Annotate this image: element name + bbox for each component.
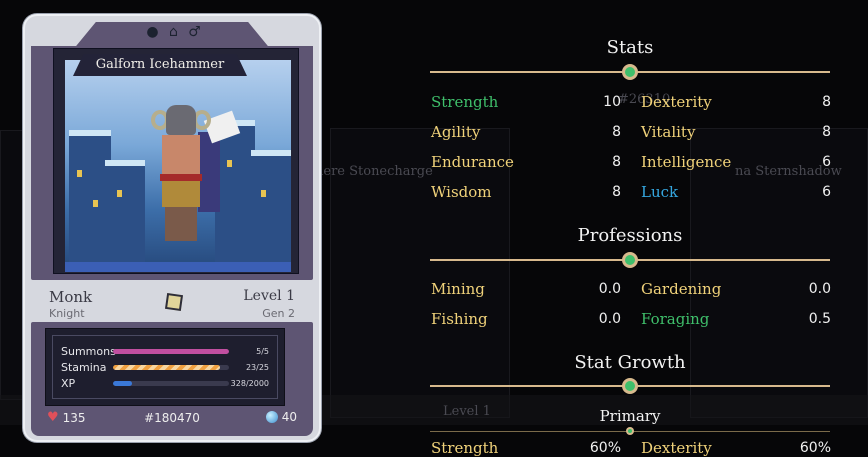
hero-level: Level 1 (243, 288, 295, 304)
card-bottom: Summons 5/5 Stamina 23/25 XP 328/2000 ♥ (31, 322, 313, 436)
stat-value: 6 (822, 184, 831, 200)
hero-generation: Gen 2 (262, 307, 295, 320)
bar-track (113, 348, 229, 354)
hero-legs (165, 207, 197, 241)
card-footer: ♥ 135 #180470 40 (31, 410, 313, 428)
bar-label: Stamina (61, 360, 107, 374)
stat-label: Vitality (641, 123, 696, 141)
hero-subclass: Knight (49, 307, 85, 320)
card-header-icons: ● ⌂ ♂ (145, 23, 202, 40)
bar-track (113, 380, 229, 386)
bar-track (113, 364, 229, 370)
stat-label: Strength (431, 93, 499, 111)
hero-pants (162, 181, 200, 207)
stat-label: Intelligence (641, 153, 732, 171)
stat-label: Mining (431, 280, 485, 298)
divider-gem-icon (622, 64, 638, 80)
gem-display: 40 (265, 410, 297, 424)
hero-body (162, 135, 200, 177)
hero-bars: Summons 5/5 Stamina 23/25 XP 328/2000 (45, 328, 285, 406)
stat-value: 60% (589, 440, 621, 456)
stat-value: 8 (822, 124, 831, 140)
hero-card[interactable]: ● ⌂ ♂ Galforn Icehammer Monk Knight Leve… (23, 14, 321, 442)
window (261, 190, 266, 197)
hero-portrait (65, 60, 291, 272)
window (117, 190, 122, 197)
hero-class: Monk (49, 288, 93, 306)
divider-gem-icon (622, 252, 638, 268)
stat-value: 10 (603, 94, 621, 110)
stat-value: 0.0 (598, 281, 621, 297)
stat-value: 0.0 (808, 281, 831, 297)
class-icon (164, 292, 184, 312)
bar-label: Summons (61, 344, 116, 358)
divider-gem-icon (626, 427, 634, 435)
bar-fill (113, 380, 133, 386)
xp-bar: XP 328/2000 (61, 376, 269, 390)
stat-label: Strength (431, 439, 499, 457)
stat-value: 0.0 (598, 311, 621, 327)
bar-fill (113, 348, 229, 354)
hero-cape (198, 132, 220, 212)
hero-belt (160, 174, 202, 181)
hero-info: Monk Knight Level 1 Gen 2 (31, 280, 313, 322)
stat-label: Gardening (641, 280, 722, 298)
window (93, 200, 98, 207)
building (215, 120, 255, 272)
growth-title: Stat Growth (574, 352, 686, 373)
card-top: ● ⌂ ♂ Galforn Icehammer (31, 22, 313, 280)
stat-value: 60% (799, 440, 831, 456)
building (105, 160, 145, 272)
bars-inner: Summons 5/5 Stamina 23/25 XP 328/2000 (52, 335, 278, 399)
window (227, 160, 232, 167)
hero-head (166, 105, 196, 135)
window (77, 170, 82, 177)
background-label: here Stonecharge (315, 164, 433, 179)
gem-icon (265, 411, 278, 423)
stat-label: Luck (641, 183, 679, 201)
gem-value: 40 (281, 410, 297, 424)
divider-gem-icon (622, 378, 638, 394)
bar-fill (113, 364, 220, 370)
stat-value: 8 (612, 124, 621, 140)
stat-label: Dexterity (641, 439, 712, 457)
stat-label: Fishing (431, 310, 488, 328)
water (65, 262, 291, 272)
stat-label: Endurance (431, 153, 514, 171)
bar-value: 23/25 (245, 362, 269, 372)
stat-value: 0.5 (808, 311, 831, 327)
summons-bar: Summons 5/5 (61, 344, 269, 358)
stat-value: 6 (822, 154, 831, 170)
bar-value: 5/5 (256, 346, 269, 356)
stat-value: 8 (612, 154, 621, 170)
stat-label: Foraging (641, 310, 710, 328)
stats-title: Stats (606, 37, 654, 58)
professions-title: Professions (577, 225, 683, 246)
stamina-bar: Stamina 23/25 (61, 360, 269, 374)
bar-value: 328/2000 (230, 378, 269, 388)
stat-label: Dexterity (641, 93, 712, 111)
growth-subtitle: Primary (599, 407, 661, 425)
male-icon: ♂ (188, 23, 201, 40)
stat-label: Agility (431, 123, 481, 141)
stat-label: Wisdom (431, 183, 492, 201)
building (251, 150, 291, 272)
house-icon: ⌂ (169, 23, 178, 40)
stat-value: 8 (612, 184, 621, 200)
stat-value: 8 (822, 94, 831, 110)
bar-label: XP (61, 376, 76, 390)
hero-name: Galforn Icehammer (73, 54, 247, 76)
circle-icon: ● (146, 23, 159, 40)
